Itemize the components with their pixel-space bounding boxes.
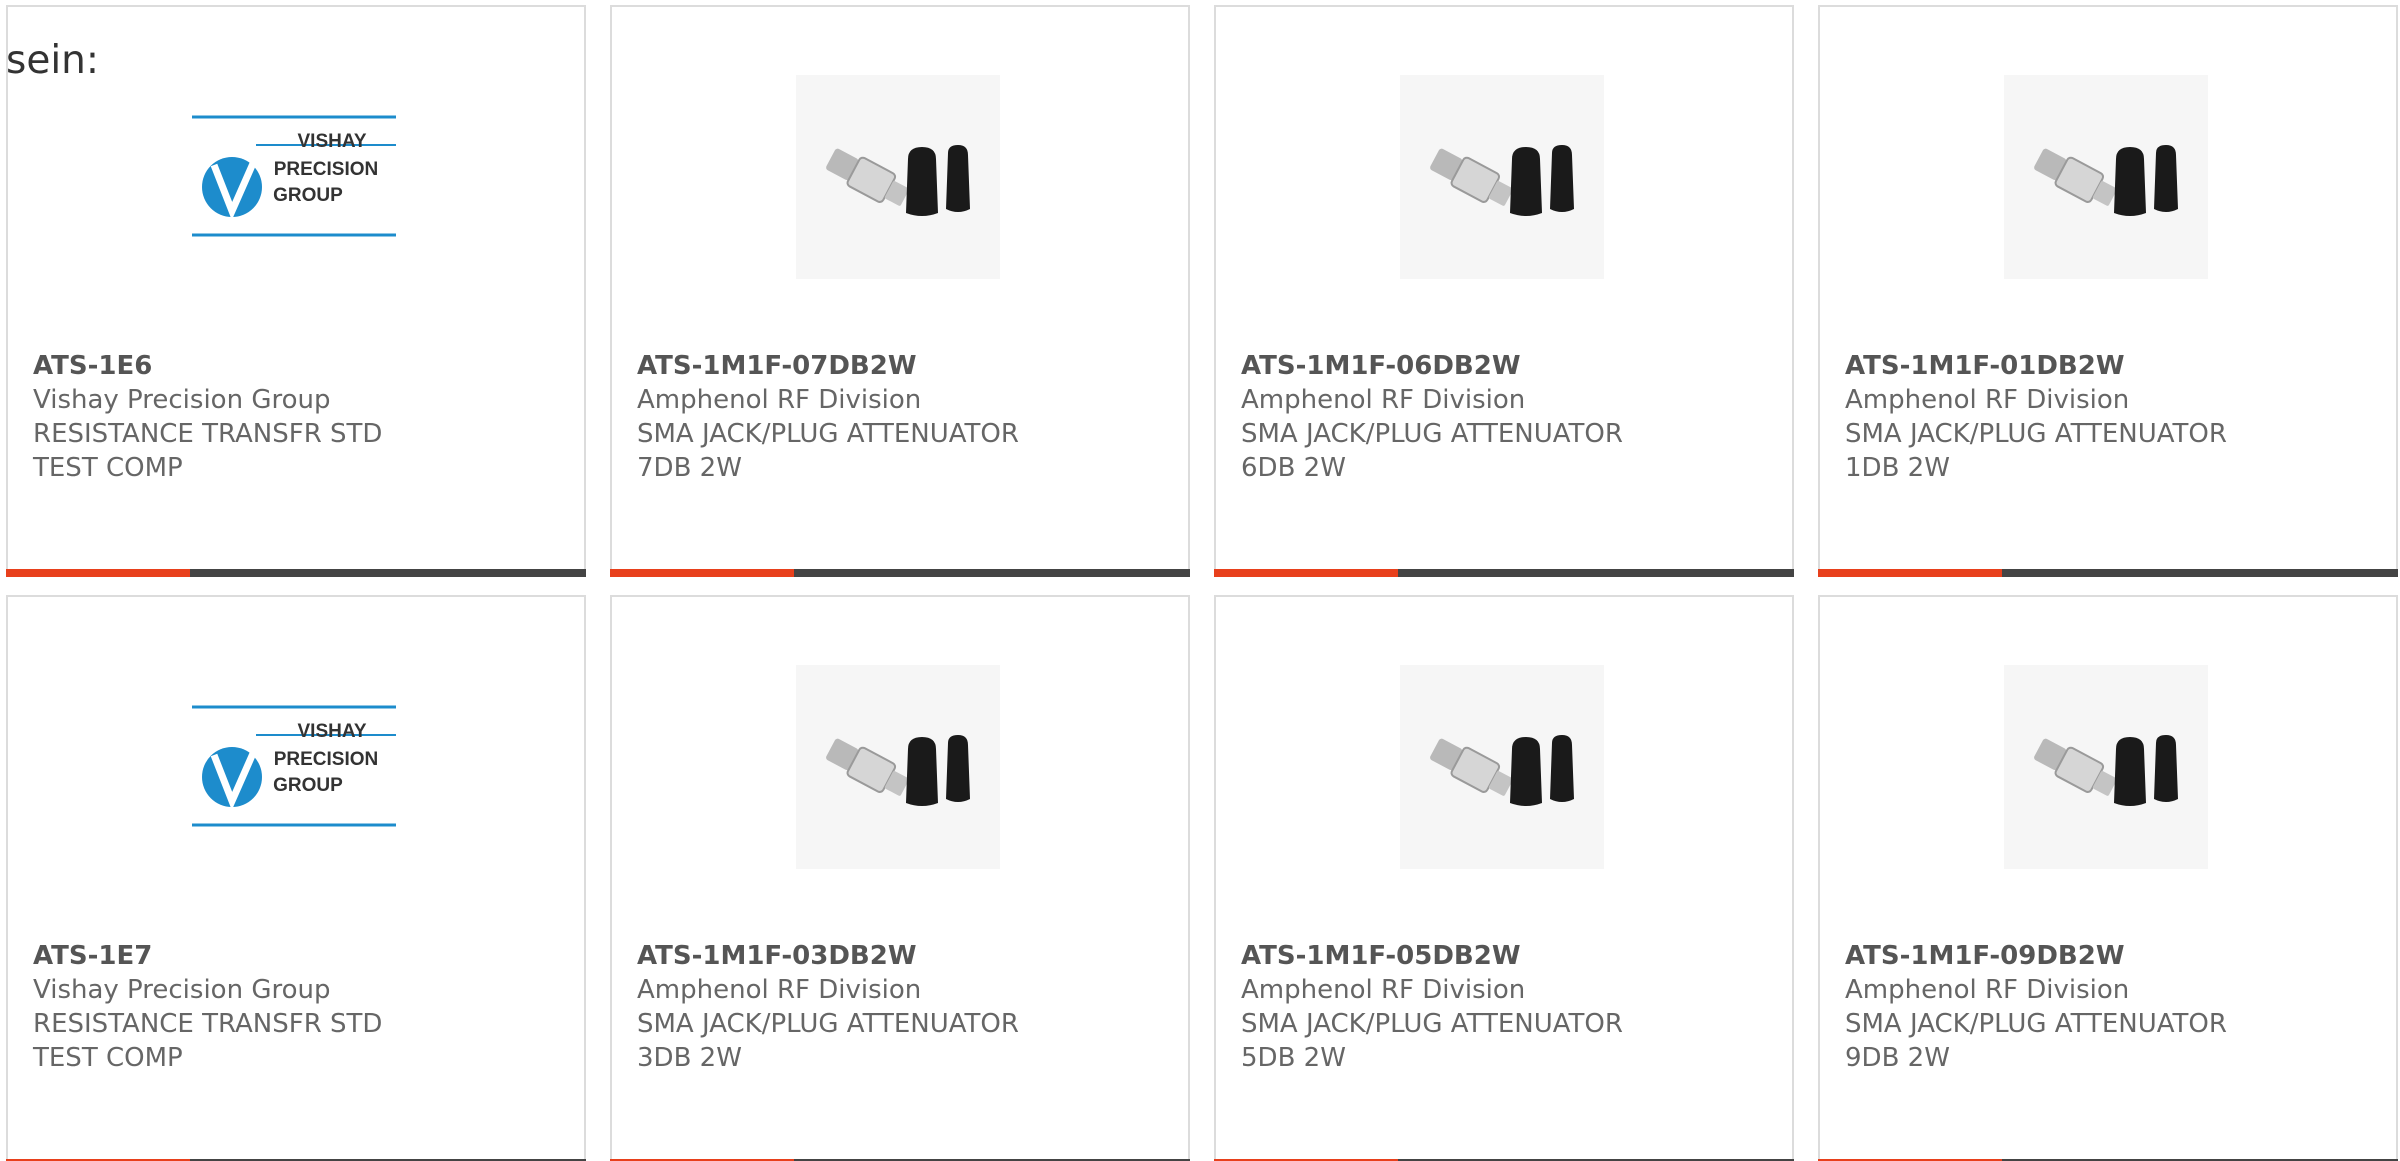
card-footer-bar xyxy=(610,569,1190,577)
part-number[interactable]: ATS-1E6 xyxy=(33,349,564,383)
sma-attenuator-icon xyxy=(2034,145,2178,216)
card-footer-bar xyxy=(1818,569,2398,577)
product-description: SMA JACK/PLUG ATTENUATOR 3DB 2W xyxy=(637,1009,1019,1073)
product-image[interactable] xyxy=(796,665,1000,869)
product-card[interactable]: VISHAY PRECISION GROUP ATS-1E7 Vishay Pr… xyxy=(6,595,586,1161)
product-image[interactable] xyxy=(2004,665,2208,869)
product-image[interactable]: VISHAY PRECISION GROUP xyxy=(192,665,396,869)
product-card[interactable]: ATS-1M1F-03DB2W Amphenol RF Division SMA… xyxy=(610,595,1190,1161)
part-number[interactable]: ATS-1M1F-05DB2W xyxy=(1241,939,1772,973)
product-card[interactable]: ATS-1M1F-06DB2W Amphenol RF Division SMA… xyxy=(1214,5,1794,577)
svg-text:PRECISION: PRECISION xyxy=(274,159,379,180)
manufacturer: Amphenol RF Division xyxy=(1241,975,1526,1005)
product-card[interactable]: VISHAY PRECISION GROUP ATS-1E6 Vishay Pr… xyxy=(6,5,586,577)
product-image[interactable]: VISHAY PRECISION GROUP xyxy=(192,75,396,279)
svg-text:VISHAY: VISHAY xyxy=(298,721,367,742)
product-card[interactable]: ATS-1M1F-01DB2W Amphenol RF Division SMA… xyxy=(1818,5,2398,577)
product-info: ATS-1E6 Vishay Precision Group RESISTANC… xyxy=(33,349,564,485)
manufacturer: Amphenol RF Division xyxy=(637,385,922,415)
product-description: SMA JACK/PLUG ATTENUATOR 6DB 2W xyxy=(1241,419,1623,483)
part-number[interactable]: ATS-1E7 xyxy=(33,939,564,973)
card-accent-bar xyxy=(6,569,190,577)
svg-text:PRECISION: PRECISION xyxy=(274,749,379,770)
svg-text:GROUP: GROUP xyxy=(273,185,343,206)
product-image[interactable] xyxy=(796,75,1000,279)
card-footer-bar xyxy=(6,569,586,577)
card-accent-bar xyxy=(1214,569,1398,577)
vishay-logo-icon: VISHAY PRECISION GROUP xyxy=(192,115,396,237)
product-description: SMA JACK/PLUG ATTENUATOR 5DB 2W xyxy=(1241,1009,1623,1073)
product-info: ATS-1E7 Vishay Precision Group RESISTANC… xyxy=(33,939,564,1075)
card-accent-bar xyxy=(610,569,794,577)
manufacturer: Amphenol RF Division xyxy=(1845,975,2130,1005)
product-info: ATS-1M1F-07DB2W Amphenol RF Division SMA… xyxy=(637,349,1168,485)
sma-attenuator-icon xyxy=(826,145,970,216)
svg-text:GROUP: GROUP xyxy=(273,775,343,796)
sma-attenuator-icon xyxy=(1430,735,1574,806)
part-number[interactable]: ATS-1M1F-06DB2W xyxy=(1241,349,1772,383)
product-image[interactable] xyxy=(1400,665,1604,869)
product-image[interactable] xyxy=(1400,75,1604,279)
product-grid: VISHAY PRECISION GROUP ATS-1E6 Vishay Pr… xyxy=(6,5,2398,1161)
svg-text:VISHAY: VISHAY xyxy=(298,131,367,152)
part-number[interactable]: ATS-1M1F-03DB2W xyxy=(637,939,1168,973)
intro-text: sein: xyxy=(6,38,100,83)
card-footer-bar xyxy=(1214,569,1794,577)
product-description: SMA JACK/PLUG ATTENUATOR 7DB 2W xyxy=(637,419,1019,483)
product-listing-page: sein: VISHAY PRECISION GROUP ATS-1E6 Vis… xyxy=(0,0,2400,1161)
manufacturer: Vishay Precision Group xyxy=(33,975,331,1005)
manufacturer: Amphenol RF Division xyxy=(1241,385,1526,415)
product-description: SMA JACK/PLUG ATTENUATOR 1DB 2W xyxy=(1845,419,2227,483)
product-card[interactable]: ATS-1M1F-05DB2W Amphenol RF Division SMA… xyxy=(1214,595,1794,1161)
product-card[interactable]: ATS-1M1F-07DB2W Amphenol RF Division SMA… xyxy=(610,5,1190,577)
product-info: ATS-1M1F-01DB2W Amphenol RF Division SMA… xyxy=(1845,349,2376,485)
product-info: ATS-1M1F-09DB2W Amphenol RF Division SMA… xyxy=(1845,939,2376,1075)
vishay-logo-icon: VISHAY PRECISION GROUP xyxy=(192,705,396,827)
manufacturer: Vishay Precision Group xyxy=(33,385,331,415)
part-number[interactable]: ATS-1M1F-07DB2W xyxy=(637,349,1168,383)
product-info: ATS-1M1F-03DB2W Amphenol RF Division SMA… xyxy=(637,939,1168,1075)
sma-attenuator-icon xyxy=(826,735,970,806)
product-info: ATS-1M1F-06DB2W Amphenol RF Division SMA… xyxy=(1241,349,1772,485)
product-info: ATS-1M1F-05DB2W Amphenol RF Division SMA… xyxy=(1241,939,1772,1075)
product-description: RESISTANCE TRANSFR STD TEST COMP xyxy=(33,1009,383,1073)
part-number[interactable]: ATS-1M1F-09DB2W xyxy=(1845,939,2376,973)
product-description: SMA JACK/PLUG ATTENUATOR 9DB 2W xyxy=(1845,1009,2227,1073)
card-accent-bar xyxy=(1818,569,2002,577)
sma-attenuator-icon xyxy=(2034,735,2178,806)
product-image[interactable] xyxy=(2004,75,2208,279)
manufacturer: Amphenol RF Division xyxy=(637,975,922,1005)
product-card[interactable]: ATS-1M1F-09DB2W Amphenol RF Division SMA… xyxy=(1818,595,2398,1161)
manufacturer: Amphenol RF Division xyxy=(1845,385,2130,415)
product-description: RESISTANCE TRANSFR STD TEST COMP xyxy=(33,419,383,483)
sma-attenuator-icon xyxy=(1430,145,1574,216)
part-number[interactable]: ATS-1M1F-01DB2W xyxy=(1845,349,2376,383)
